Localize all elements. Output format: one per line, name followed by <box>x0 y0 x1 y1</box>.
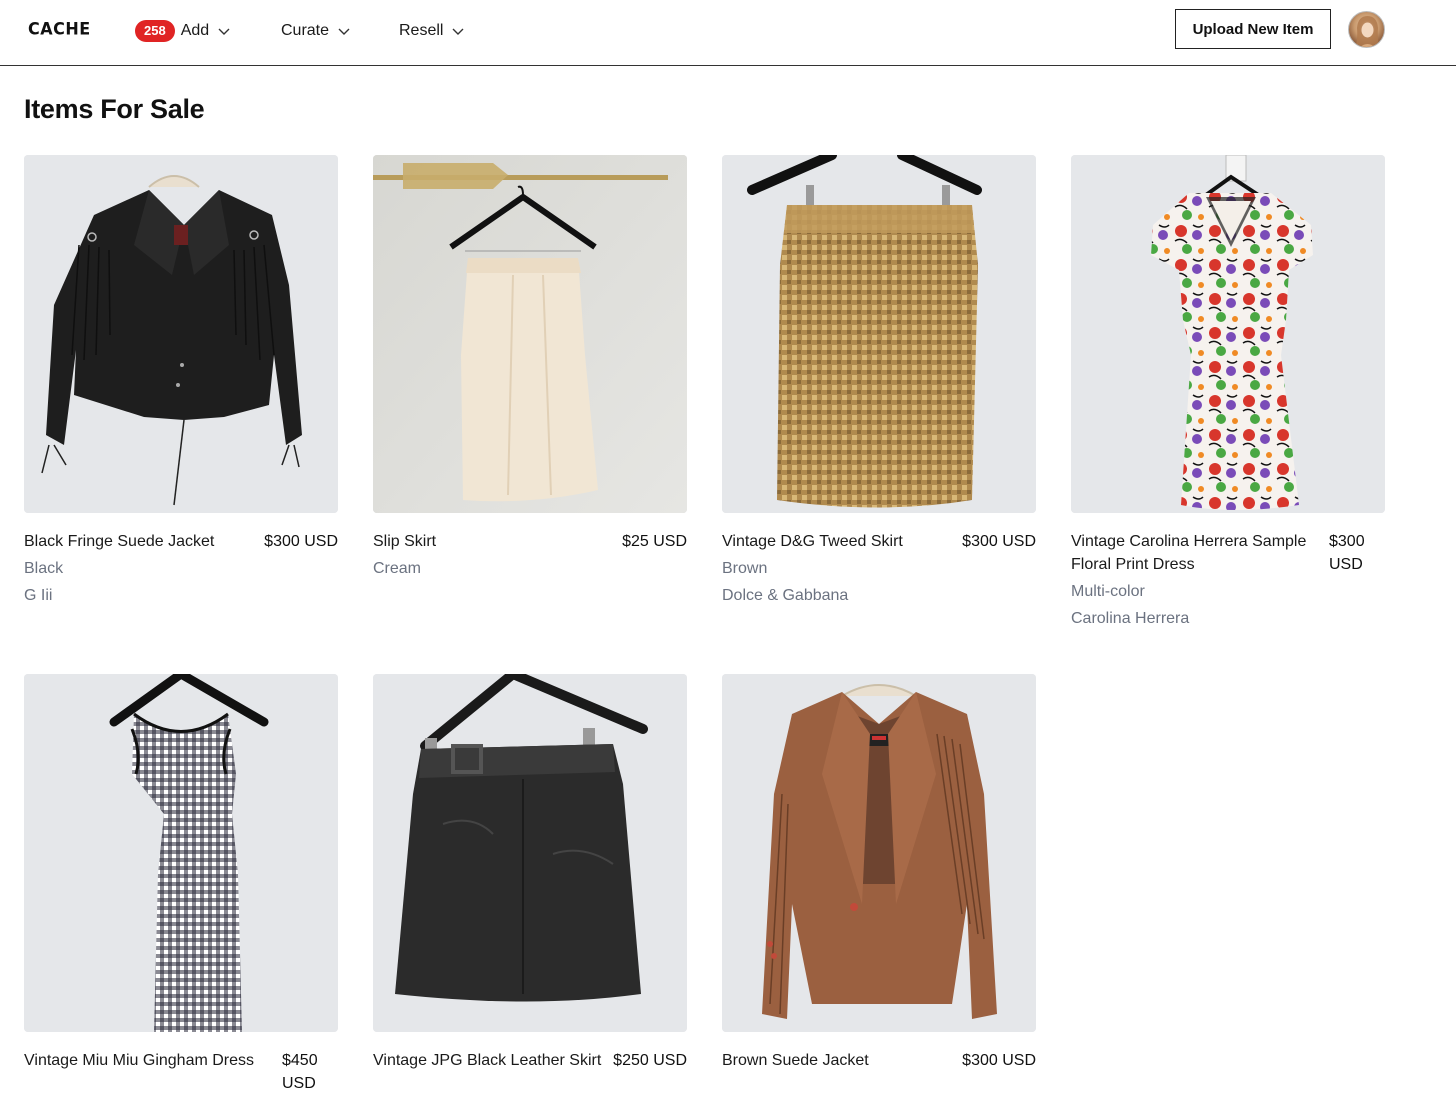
item-title[interactable]: Vintage JPG Black Leather Skirt <box>373 1049 613 1072</box>
product-image[interactable] <box>373 155 687 513</box>
product-image[interactable] <box>1071 155 1385 513</box>
item-price: $25 USD <box>622 533 687 550</box>
item-price: $300 USD <box>1329 533 1365 573</box>
add-count-badge: 258 <box>135 20 175 42</box>
item-title[interactable]: Vintage Miu Miu Gingham Dress <box>24 1049 282 1072</box>
item-title[interactable]: Brown Suede Jacket <box>722 1049 962 1072</box>
gingham-dress-image <box>24 674 338 1032</box>
slip-skirt-image <box>373 155 687 513</box>
nav-curate-menu[interactable]: Curate <box>281 18 351 44</box>
product-card[interactable]: Slip Skirt $25 USD Cream <box>373 155 687 580</box>
item-price: $250 USD <box>613 1052 687 1069</box>
product-image[interactable] <box>373 674 687 1032</box>
nav-resell-menu[interactable]: Resell <box>399 18 465 44</box>
item-color: Brown <box>722 560 768 577</box>
item-price: $300 USD <box>962 533 1036 550</box>
item-title[interactable]: Black Fringe Suede Jacket <box>24 530 264 553</box>
product-card[interactable]: Brown Suede Jacket $300 USD <box>722 674 1036 1072</box>
item-color: Multi-color <box>1071 583 1145 600</box>
product-card[interactable]: Black Fringe Suede Jacket $300 USD Black… <box>24 155 338 607</box>
item-title[interactable]: Slip Skirt <box>373 530 622 553</box>
nav-add-menu[interactable]: 258 Add <box>135 18 231 44</box>
nav-curate-label: Curate <box>281 22 330 39</box>
tweed-skirt-image <box>722 155 1036 513</box>
item-price: $300 USD <box>264 533 338 550</box>
product-card[interactable]: Vintage Miu Miu Gingham Dress $450 USD <box>24 674 338 1095</box>
item-color: Black <box>24 560 64 577</box>
item-brand: Carolina Herrera <box>1071 610 1190 627</box>
item-title[interactable]: Vintage Carolina Herrera Sample Floral P… <box>1071 530 1329 576</box>
floral-dress-image <box>1071 155 1385 513</box>
brown-suede-jacket-image <box>722 674 1036 1032</box>
nav-resell-label: Resell <box>399 22 444 39</box>
item-brand: Dolce & Gabbana <box>722 587 849 604</box>
item-color: Cream <box>373 560 422 577</box>
item-title[interactable]: Vintage D&G Tweed Skirt <box>722 530 962 553</box>
item-price: $300 USD <box>962 1052 1036 1069</box>
chevron-down-icon <box>218 28 230 35</box>
leather-skirt-image <box>373 674 687 1032</box>
product-image[interactable] <box>722 155 1036 513</box>
product-card[interactable]: Vintage JPG Black Leather Skirt $250 USD <box>373 674 687 1072</box>
chevron-down-icon <box>338 28 350 35</box>
user-avatar[interactable] <box>1348 11 1385 48</box>
item-price: $450 USD <box>282 1052 318 1092</box>
black-fringe-jacket-image <box>24 155 338 513</box>
top-nav-bar: CACHE 258 Add Curate Resell Upload New I… <box>0 0 1456 66</box>
product-image[interactable] <box>24 155 338 513</box>
product-image[interactable] <box>24 674 338 1032</box>
product-image[interactable] <box>722 674 1036 1032</box>
product-card[interactable]: Vintage D&G Tweed Skirt $300 USD Brown D… <box>722 155 1036 607</box>
page-title: Items For Sale <box>24 94 205 124</box>
cache-logo[interactable]: CACHE <box>28 19 91 39</box>
avatar-photo-icon <box>1355 16 1380 47</box>
upload-new-item-button[interactable]: Upload New Item <box>1175 9 1331 49</box>
nav-add-label: Add <box>180 22 210 39</box>
product-card[interactable]: Vintage Carolina Herrera Sample Floral P… <box>1071 155 1385 630</box>
chevron-down-icon <box>452 28 464 35</box>
item-brand: G Iii <box>24 587 53 604</box>
